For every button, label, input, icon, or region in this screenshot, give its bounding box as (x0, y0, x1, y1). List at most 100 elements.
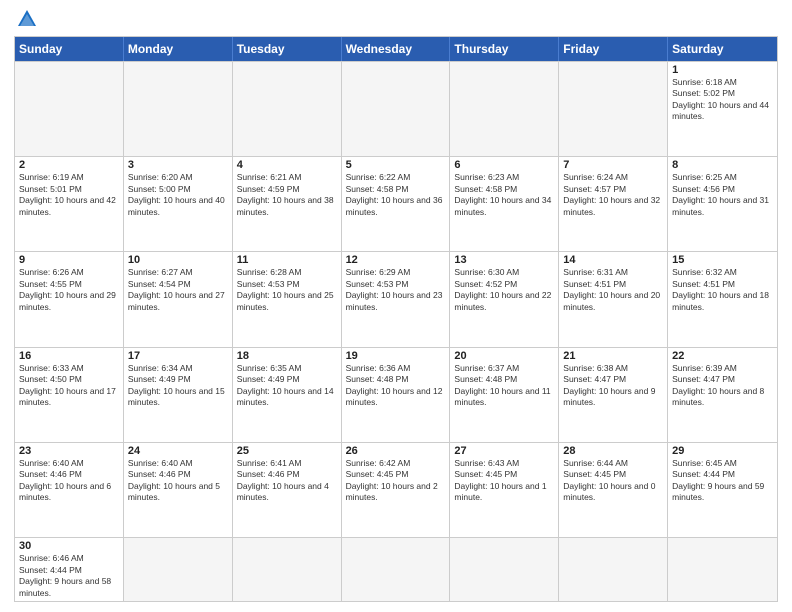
cal-cell: 19Sunrise: 6:36 AM Sunset: 4:48 PM Dayli… (342, 348, 451, 442)
day-info: Sunrise: 6:45 AM Sunset: 4:44 PM Dayligh… (672, 458, 773, 504)
day-info: Sunrise: 6:44 AM Sunset: 4:45 PM Dayligh… (563, 458, 663, 504)
cal-cell (450, 538, 559, 601)
cal-header-cell: Wednesday (342, 37, 451, 61)
day-info: Sunrise: 6:34 AM Sunset: 4:49 PM Dayligh… (128, 363, 228, 409)
cal-row: 1Sunrise: 6:18 AM Sunset: 5:02 PM Daylig… (15, 61, 777, 156)
day-info: Sunrise: 6:35 AM Sunset: 4:49 PM Dayligh… (237, 363, 337, 409)
cal-cell: 12Sunrise: 6:29 AM Sunset: 4:53 PM Dayli… (342, 252, 451, 346)
day-info: Sunrise: 6:30 AM Sunset: 4:52 PM Dayligh… (454, 267, 554, 313)
cal-row: 23 Sunrise: 6:40 AM Sunset: 4:46 PM Dayli… (15, 442, 777, 537)
day-number: 17 (128, 350, 228, 362)
day-number: 21 (563, 350, 663, 362)
day-info: Sunrise: 6:32 AM Sunset: 4:51 PM Dayligh… (672, 267, 773, 313)
cal-header-cell: Monday (124, 37, 233, 61)
day-info: Sunrise: 6:26 AM Sunset: 4:55 PM Dayligh… (19, 267, 119, 313)
cal-cell: 1Sunrise: 6:18 AM Sunset: 5:02 PM Daylig… (668, 62, 777, 156)
page: SundayMondayTuesdayWednesdayThursdayFrid… (0, 0, 792, 612)
day-number: 7 (563, 159, 663, 171)
day-number: 6 (454, 159, 554, 171)
day-number: 8 (672, 159, 773, 171)
cal-header-cell: Tuesday (233, 37, 342, 61)
cal-cell: 3Sunrise: 6:20 AM Sunset: 5:00 PM Daylig… (124, 157, 233, 251)
logo-icon (16, 8, 38, 30)
day-info: Sunrise: 6:27 AM Sunset: 4:54 PM Dayligh… (128, 267, 228, 313)
day-number: 20 (454, 350, 554, 362)
day-info: Sunrise: 6:24 AM Sunset: 4:57 PM Dayligh… (563, 172, 663, 218)
day-info: Sunrise: 6:19 AM Sunset: 5:01 PM Dayligh… (19, 172, 119, 218)
day-number: 13 (454, 254, 554, 266)
cal-cell (124, 62, 233, 156)
day-info: Sunrise: 6:40 AM Sunset: 4:46 PM Dayligh… (128, 458, 228, 504)
header (14, 10, 778, 30)
day-info: Sunrise: 6:41 AM Sunset: 4:46 PM Dayligh… (237, 458, 337, 504)
cal-cell: 16Sunrise: 6:33 AM Sunset: 4:50 PM Dayli… (15, 348, 124, 442)
day-number: 4 (237, 159, 337, 171)
day-number: 22 (672, 350, 773, 362)
day-info: Sunrise: 6:33 AM Sunset: 4:50 PM Dayligh… (19, 363, 119, 409)
day-number: 19 (346, 350, 446, 362)
cal-cell: 14Sunrise: 6:31 AM Sunset: 4:51 PM Dayli… (559, 252, 668, 346)
day-info: Sunrise: 6:25 AM Sunset: 4:56 PM Dayligh… (672, 172, 773, 218)
cal-cell: 29Sunrise: 6:45 AM Sunset: 4:44 PM Dayli… (668, 443, 777, 537)
cal-cell (233, 538, 342, 601)
day-number: 26 (346, 445, 446, 457)
cal-header-cell: Thursday (450, 37, 559, 61)
logo (14, 10, 38, 30)
cal-cell: 24Sunrise: 6:40 AM Sunset: 4:46 PM Dayli… (124, 443, 233, 537)
cal-cell (342, 62, 451, 156)
cal-header-cell: Friday (559, 37, 668, 61)
calendar-header: SundayMondayTuesdayWednesdayThursdayFrid… (15, 37, 777, 61)
day-info: Sunrise: 6:43 AM Sunset: 4:45 PM Dayligh… (454, 458, 554, 504)
day-info: Sunrise: 6:42 AM Sunset: 4:45 PM Dayligh… (346, 458, 446, 504)
cal-row: 30Sunrise: 6:46 AM Sunset: 4:44 PM Dayli… (15, 537, 777, 601)
day-info: Sunrise: 6:38 AM Sunset: 4:47 PM Dayligh… (563, 363, 663, 409)
day-info: Sunrise: 6:18 AM Sunset: 5:02 PM Dayligh… (672, 77, 773, 123)
day-info: Sunrise: 6:21 AM Sunset: 4:59 PM Dayligh… (237, 172, 337, 218)
day-info: Sunrise: 6:39 AM Sunset: 4:47 PM Dayligh… (672, 363, 773, 409)
cal-cell: 4Sunrise: 6:21 AM Sunset: 4:59 PM Daylig… (233, 157, 342, 251)
cal-cell: 21Sunrise: 6:38 AM Sunset: 4:47 PM Dayli… (559, 348, 668, 442)
cal-cell: 25Sunrise: 6:41 AM Sunset: 4:46 PM Dayli… (233, 443, 342, 537)
calendar-body: 1Sunrise: 6:18 AM Sunset: 5:02 PM Daylig… (15, 61, 777, 601)
day-number: 2 (19, 159, 119, 171)
day-number: 12 (346, 254, 446, 266)
day-info: Sunrise: 6:31 AM Sunset: 4:51 PM Dayligh… (563, 267, 663, 313)
cal-cell: 26Sunrise: 6:42 AM Sunset: 4:45 PM Dayli… (342, 443, 451, 537)
day-info: Sunrise: 6:22 AM Sunset: 4:58 PM Dayligh… (346, 172, 446, 218)
cal-cell: 8Sunrise: 6:25 AM Sunset: 4:56 PM Daylig… (668, 157, 777, 251)
day-number: 28 (563, 445, 663, 457)
day-info: Sunrise: 6:29 AM Sunset: 4:53 PM Dayligh… (346, 267, 446, 313)
day-info: Sunrise: 6:20 AM Sunset: 5:00 PM Dayligh… (128, 172, 228, 218)
day-number: 24 (128, 445, 228, 457)
day-info: Sunrise: 6:37 AM Sunset: 4:48 PM Dayligh… (454, 363, 554, 409)
cal-cell (559, 62, 668, 156)
day-number: 18 (237, 350, 337, 362)
day-number: 11 (237, 254, 337, 266)
cal-cell: 5Sunrise: 6:22 AM Sunset: 4:58 PM Daylig… (342, 157, 451, 251)
cal-cell: 22Sunrise: 6:39 AM Sunset: 4:47 PM Dayli… (668, 348, 777, 442)
cal-cell: 27Sunrise: 6:43 AM Sunset: 4:45 PM Dayli… (450, 443, 559, 537)
day-info: Sunrise: 6:46 AM Sunset: 4:44 PM Dayligh… (19, 553, 119, 599)
cal-cell: 6Sunrise: 6:23 AM Sunset: 4:58 PM Daylig… (450, 157, 559, 251)
cal-cell: 28Sunrise: 6:44 AM Sunset: 4:45 PM Dayli… (559, 443, 668, 537)
cal-cell: 30Sunrise: 6:46 AM Sunset: 4:44 PM Dayli… (15, 538, 124, 601)
day-number: 23 (19, 445, 119, 457)
cal-row: 16Sunrise: 6:33 AM Sunset: 4:50 PM Dayli… (15, 347, 777, 442)
cal-cell (450, 62, 559, 156)
cal-cell (15, 62, 124, 156)
day-number: 14 (563, 254, 663, 266)
day-info: Sunrise: 6:36 AM Sunset: 4:48 PM Dayligh… (346, 363, 446, 409)
cal-cell (124, 538, 233, 601)
day-info: Sunrise: 6:23 AM Sunset: 4:58 PM Dayligh… (454, 172, 554, 218)
day-info: Sunrise: 6:28 AM Sunset: 4:53 PM Dayligh… (237, 267, 337, 313)
day-number: 5 (346, 159, 446, 171)
cal-cell: 9Sunrise: 6:26 AM Sunset: 4:55 PM Daylig… (15, 252, 124, 346)
cal-cell (233, 62, 342, 156)
cal-cell (668, 538, 777, 601)
cal-header-cell: Saturday (668, 37, 777, 61)
cal-cell: 2Sunrise: 6:19 AM Sunset: 5:01 PM Daylig… (15, 157, 124, 251)
cal-cell: 17Sunrise: 6:34 AM Sunset: 4:49 PM Dayli… (124, 348, 233, 442)
day-number: 27 (454, 445, 554, 457)
cal-cell: 23Sunrise: 6:40 AM Sunset: 4:46 PM Dayli… (15, 443, 124, 537)
day-number: 3 (128, 159, 228, 171)
